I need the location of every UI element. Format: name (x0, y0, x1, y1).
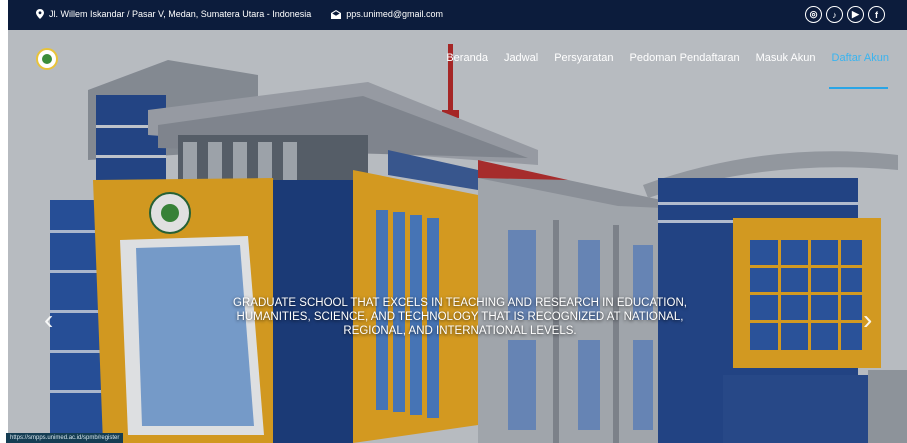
hero-carousel: GRADUATE SCHOOL THAT EXCELS IN TEACHING … (8, 30, 907, 443)
top-info-bar: Jl. Willem Iskandar / Pasar V, Medan, Su… (8, 0, 907, 30)
nav-masuk-akun[interactable]: Masuk Akun (756, 52, 816, 64)
status-url-bar: https://smpps.unimed.ac.id/spmb/register (6, 433, 124, 443)
social-links: ◎ ♪ ▶ f (805, 6, 885, 23)
location-pin-icon (36, 9, 44, 19)
site-logo[interactable] (36, 48, 58, 70)
email-icon (331, 9, 342, 19)
caption-line: GRADUATE SCHOOL THAT EXCELS IN TEACHING … (233, 297, 687, 309)
nav-pedoman-pendaftaran[interactable]: Pedoman Pendaftaran (630, 52, 740, 64)
hero-caption: GRADUATE SCHOOL THAT EXCELS IN TEACHING … (210, 296, 710, 338)
caption-line: REGIONAL, AND INTERNATIONAL LEVELS. (343, 325, 577, 337)
instagram-icon[interactable]: ◎ (805, 6, 822, 23)
nav-persyaratan[interactable]: Persyaratan (554, 52, 613, 64)
active-nav-underline (829, 87, 888, 89)
building-illustration (8, 30, 907, 443)
chevron-right-icon[interactable]: › (863, 306, 872, 334)
email-text[interactable]: pps.unimed@gmail.com (346, 9, 443, 19)
facebook-icon[interactable]: f (868, 6, 885, 23)
nav-beranda[interactable]: Beranda (446, 52, 488, 64)
logo-emblem-icon (42, 54, 52, 64)
nav-jadwal[interactable]: Jadwal (504, 52, 538, 64)
contact-info: Jl. Willem Iskandar / Pasar V, Medan, Su… (36, 9, 443, 19)
youtube-icon[interactable]: ▶ (847, 6, 864, 23)
chevron-left-icon[interactable]: ‹ (44, 306, 53, 334)
address-text: Jl. Willem Iskandar / Pasar V, Medan, Su… (49, 9, 312, 19)
nav-daftar-akun[interactable]: Daftar Akun (832, 52, 889, 64)
main-nav: Beranda Jadwal Persyaratan Pedoman Penda… (446, 52, 889, 64)
tiktok-icon[interactable]: ♪ (826, 6, 843, 23)
caption-line: HUMANITIES, SCIENCE, AND TECHNOLOGY THAT… (236, 311, 684, 323)
